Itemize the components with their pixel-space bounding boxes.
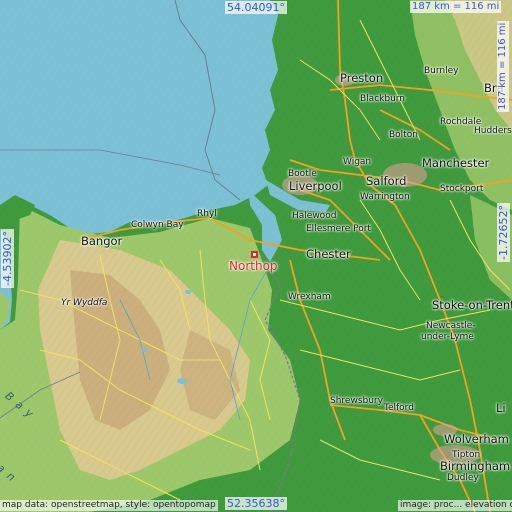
place-label-newcastle: Newcastle- [426, 321, 476, 331]
place-label-ellesmere: Ellesmere Port [306, 224, 371, 234]
place-label-telford: Telford [384, 403, 414, 413]
credit-left: map data: openstreetmap, style: opentopo… [0, 500, 218, 511]
scale-vertical: 187 km = 116 mi [497, 20, 509, 112]
place-label-birmingham: Birmingham [440, 459, 511, 473]
right-longitude: -1.72652° [497, 203, 510, 262]
scale-horizontal: 187 km = 116 mi [410, 1, 502, 13]
top-latitude: 54.04091° [225, 1, 287, 14]
place-label-bootle: Bootle [288, 169, 317, 179]
place-label-manchester: Manchester [422, 156, 490, 170]
place-label-dudley: Dudley [447, 473, 479, 483]
location-marker-icon[interactable] [251, 251, 258, 258]
place-label-halewood: Halewood [292, 211, 337, 221]
place-label-wrexham: Wrexham [288, 292, 331, 302]
place-label-li: Li [496, 401, 506, 415]
place-label-salford: Salford [366, 174, 407, 188]
place-label-burnley: Burnley [424, 66, 459, 76]
place-label-rhyl: Rhyl [197, 209, 217, 219]
location-marker-label[interactable]: Northop [229, 260, 278, 272]
place-label-liverpool: Liverpool [289, 179, 342, 193]
place-label-preston: Preston [340, 71, 384, 85]
bottom-latitude: 52.35638° [225, 497, 287, 510]
place-label-hudders: Hudders [474, 126, 512, 136]
place-label-wolverhampton: Wolverham [444, 432, 509, 446]
place-label-blackburn: Blackburn [360, 94, 406, 104]
place-label-stockport: Stockport [440, 184, 484, 194]
place-label-wigan: Wigan [343, 157, 372, 167]
place-label-colwyn: Colwyn Bay [131, 220, 184, 230]
place-label-underlyme: under-Lyme [421, 332, 474, 342]
place-label-shrewsbury: Shrewsbury [330, 396, 383, 406]
place-label-bolton: Bolton [389, 130, 418, 140]
map-view[interactable]: Preston Burnley Blackburn Bra Bolton Roc… [0, 0, 512, 512]
place-label-chester: Chester [306, 247, 351, 261]
credit-right: image: proc... elevation city [398, 500, 512, 511]
place-label-yr-wyddfa: Yr Wyddfa [61, 298, 108, 308]
place-label-bangor: Bangor [81, 234, 123, 248]
place-label-warrington: Warrington [360, 192, 410, 202]
place-label-stoke: Stoke-on-Trent [432, 298, 512, 312]
left-longitude: -4.53902° [1, 229, 14, 288]
